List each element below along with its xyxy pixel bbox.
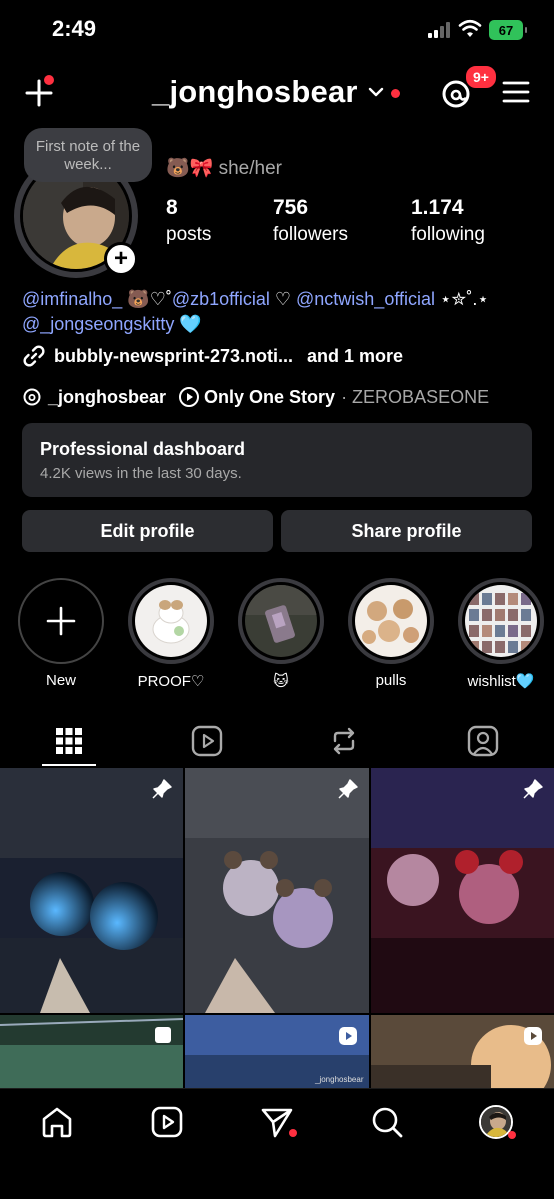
highlight-cat[interactable]: 🐱 <box>238 578 324 690</box>
grid-post[interactable] <box>185 768 369 1013</box>
chevron-down-icon[interactable] <box>368 86 384 98</box>
reels-tab-icon[interactable] <box>190 724 224 758</box>
bio-text: ⋆✮˚.⋆ <box>435 289 489 309</box>
pin-icon <box>152 779 172 799</box>
highlight-ring <box>128 578 214 664</box>
posts-count: 8 <box>166 196 178 219</box>
bio-text: ♡ <box>269 289 297 309</box>
highlight-cover <box>355 585 427 657</box>
posts-label: posts <box>166 224 212 245</box>
post-watermark: _jonghosbear <box>315 1075 364 1084</box>
posts-grid: _jonghosbear <box>0 768 554 1088</box>
following-count: 1.174 <box>411 196 464 219</box>
professional-dashboard[interactable]: Professional dashboard 4.2K views in the… <box>22 423 532 497</box>
followers-stat[interactable]: 756 followers <box>273 196 348 246</box>
grid-post[interactable] <box>371 768 554 1013</box>
following-stat[interactable]: 1.174 following <box>411 196 485 246</box>
reel-play-icon <box>524 1027 542 1045</box>
bio-text: 🩵 <box>174 314 202 334</box>
highlight-cover <box>245 585 317 657</box>
pronouns: 🐻🎀 she/her <box>166 158 282 179</box>
wifi-icon <box>458 19 482 37</box>
status-bar: 2:49 67 <box>0 0 554 60</box>
grid-post[interactable]: _jonghosbear <box>185 1015 369 1088</box>
profile-link-more[interactable]: and 1 more <box>307 346 403 367</box>
profile-header: _jonghosbear 9+ <box>0 60 554 130</box>
song-title[interactable]: Only One Story <box>204 387 335 408</box>
play-icon <box>179 387 200 407</box>
profile-tabs <box>0 714 554 766</box>
edit-profile-button[interactable]: Edit profile <box>22 510 273 552</box>
cellular-signal-icon <box>428 22 450 38</box>
carousel-icon <box>155 1027 171 1043</box>
highlight-ring <box>348 578 434 664</box>
grid-post[interactable] <box>0 768 183 1013</box>
plus-icon <box>46 606 76 636</box>
grid-post[interactable] <box>0 1015 183 1088</box>
followers-count: 756 <box>273 196 309 219</box>
bio-mention[interactable]: @nctwish_official <box>296 289 435 309</box>
profile-link-text[interactable]: bubbly-newsprint-273.noti... <box>54 346 293 367</box>
notification-dot <box>44 75 54 85</box>
battery-indicator: 67 <box>489 20 527 40</box>
highlight-pulls[interactable]: pulls <box>348 578 434 689</box>
following-label: following <box>411 224 485 245</box>
profile-note[interactable]: First note of the week... <box>24 128 152 182</box>
highlight-cover <box>465 585 537 657</box>
threads-music-row: _jonghosbear Only One Story · ZEROBASEON… <box>22 384 542 410</box>
bio-mention[interactable]: @_jongseongskitty <box>22 314 174 334</box>
reposts-tab-icon[interactable] <box>327 724 361 758</box>
profile-notification-dot <box>508 1131 516 1139</box>
share-profile-button[interactable]: Share profile <box>281 510 532 552</box>
highlight-label: wishlist🩵 <box>467 673 535 690</box>
highlight-new[interactable]: New <box>18 578 104 689</box>
threads-badge: 9+ <box>464 64 498 90</box>
grid-post[interactable] <box>371 1015 554 1088</box>
bottom-navigation <box>0 1088 554 1199</box>
new-highlight-ring <box>18 578 104 664</box>
profile-links[interactable]: bubbly-newsprint-273.noti... and 1 more <box>22 343 542 369</box>
highlight-cover <box>135 585 207 657</box>
bio-mention[interactable]: @imfinalho_ <box>22 289 122 309</box>
threads-handle[interactable]: _jonghosbear <box>48 387 166 408</box>
highlight-label: 🐱 <box>273 673 289 690</box>
bio-mention[interactable]: @zb1official <box>172 289 270 309</box>
highlight-label: pulls <box>375 672 407 689</box>
home-icon[interactable] <box>40 1105 74 1139</box>
followers-label: followers <box>273 224 348 245</box>
add-story-button[interactable]: + <box>104 242 138 276</box>
account-notification-dot <box>391 89 400 98</box>
search-icon[interactable] <box>370 1105 404 1139</box>
active-tab-indicator <box>42 764 96 766</box>
posts-stat[interactable]: 8 posts <box>166 196 211 246</box>
highlight-proof[interactable]: PROOF♡ <box>128 578 214 690</box>
profile-username[interactable]: _jonghosbear <box>152 74 358 110</box>
highlight-label: PROOF♡ <box>137 673 205 690</box>
highlight-ring <box>458 578 544 664</box>
bio-text: 🐻♡˚ <box>122 289 172 309</box>
messages-notification-dot <box>289 1129 297 1137</box>
reels-icon[interactable] <box>150 1105 184 1139</box>
menu-icon[interactable] <box>502 80 530 104</box>
threads-icon <box>23 388 41 406</box>
profile-bio: @imfinalho_ 🐻♡˚@zb1official ♡ @nctwish_o… <box>22 287 542 337</box>
highlight-label: New <box>45 672 76 689</box>
tagged-tab-icon[interactable] <box>466 724 500 758</box>
dashboard-subtitle: 4.2K views in the last 30 days. <box>40 465 242 482</box>
song-artist: · ZEROBASEONE <box>341 386 490 407</box>
dashboard-title: Professional dashboard <box>40 439 246 459</box>
pin-icon <box>338 779 358 799</box>
grid-tab-icon[interactable] <box>52 724 86 758</box>
reel-play-icon <box>339 1027 357 1045</box>
status-time: 2:49 <box>52 16 97 41</box>
link-icon <box>23 345 45 367</box>
pin-icon <box>523 779 543 799</box>
highlight-ring <box>238 578 324 664</box>
highlight-wishlist[interactable]: wishlist🩵 <box>458 578 544 690</box>
